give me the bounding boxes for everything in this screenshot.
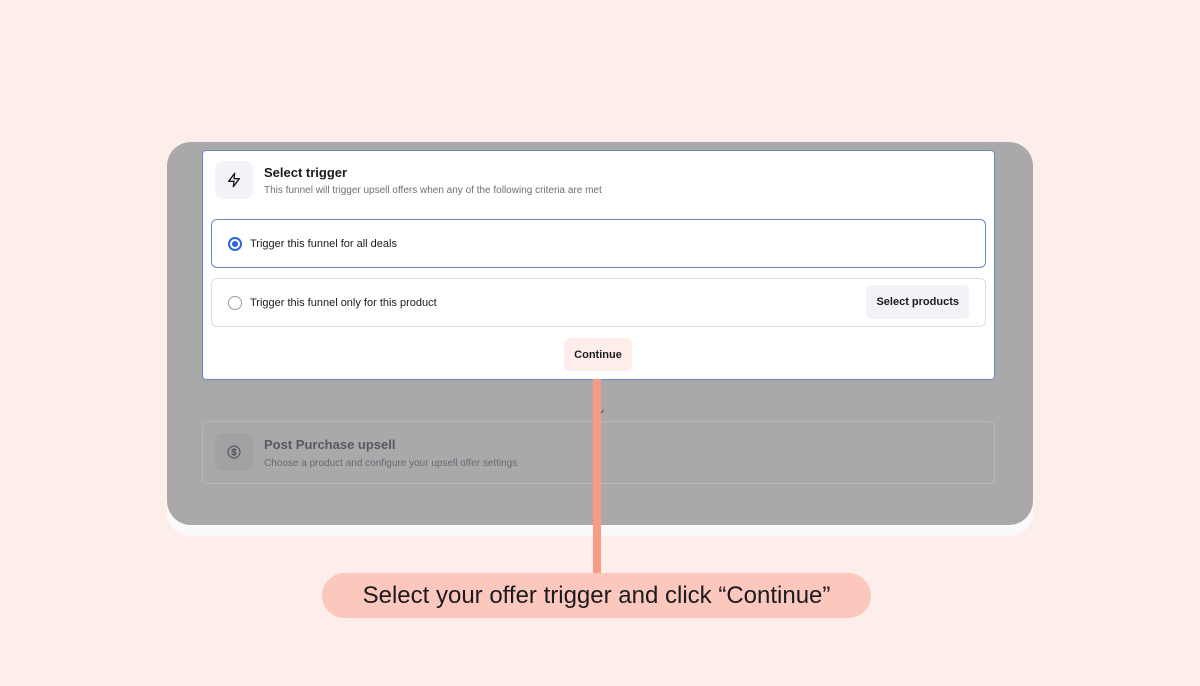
lightning-icon xyxy=(215,161,253,199)
option-specific-product[interactable]: Trigger this funnel only for this produc… xyxy=(211,278,986,327)
option-all-deals[interactable]: Trigger this funnel for all deals xyxy=(211,219,986,268)
modal-title: Select trigger xyxy=(264,165,348,180)
continue-button[interactable]: Continue xyxy=(564,338,632,371)
option-specific-product-label: Trigger this funnel only for this produc… xyxy=(250,296,437,309)
instruction-callout: Select your offer trigger and click “Con… xyxy=(322,573,871,618)
post-purchase-title: Post Purchase upsell xyxy=(264,437,396,452)
callout-pointer xyxy=(593,379,601,573)
select-products-button[interactable]: Select products xyxy=(866,285,969,319)
dollar-circle-icon xyxy=(215,433,253,471)
select-trigger-modal: Select trigger This funnel will trigger … xyxy=(202,150,995,380)
post-purchase-subtitle: Choose a product and configure your upse… xyxy=(264,458,518,469)
modal-header: Select trigger This funnel will trigger … xyxy=(215,161,602,199)
modal-subtitle: This funnel will trigger upsell offers w… xyxy=(264,185,602,196)
option-all-deals-label: Trigger this funnel for all deals xyxy=(250,237,397,250)
radio-all-deals[interactable] xyxy=(228,236,242,251)
radio-specific-product[interactable] xyxy=(228,295,242,310)
